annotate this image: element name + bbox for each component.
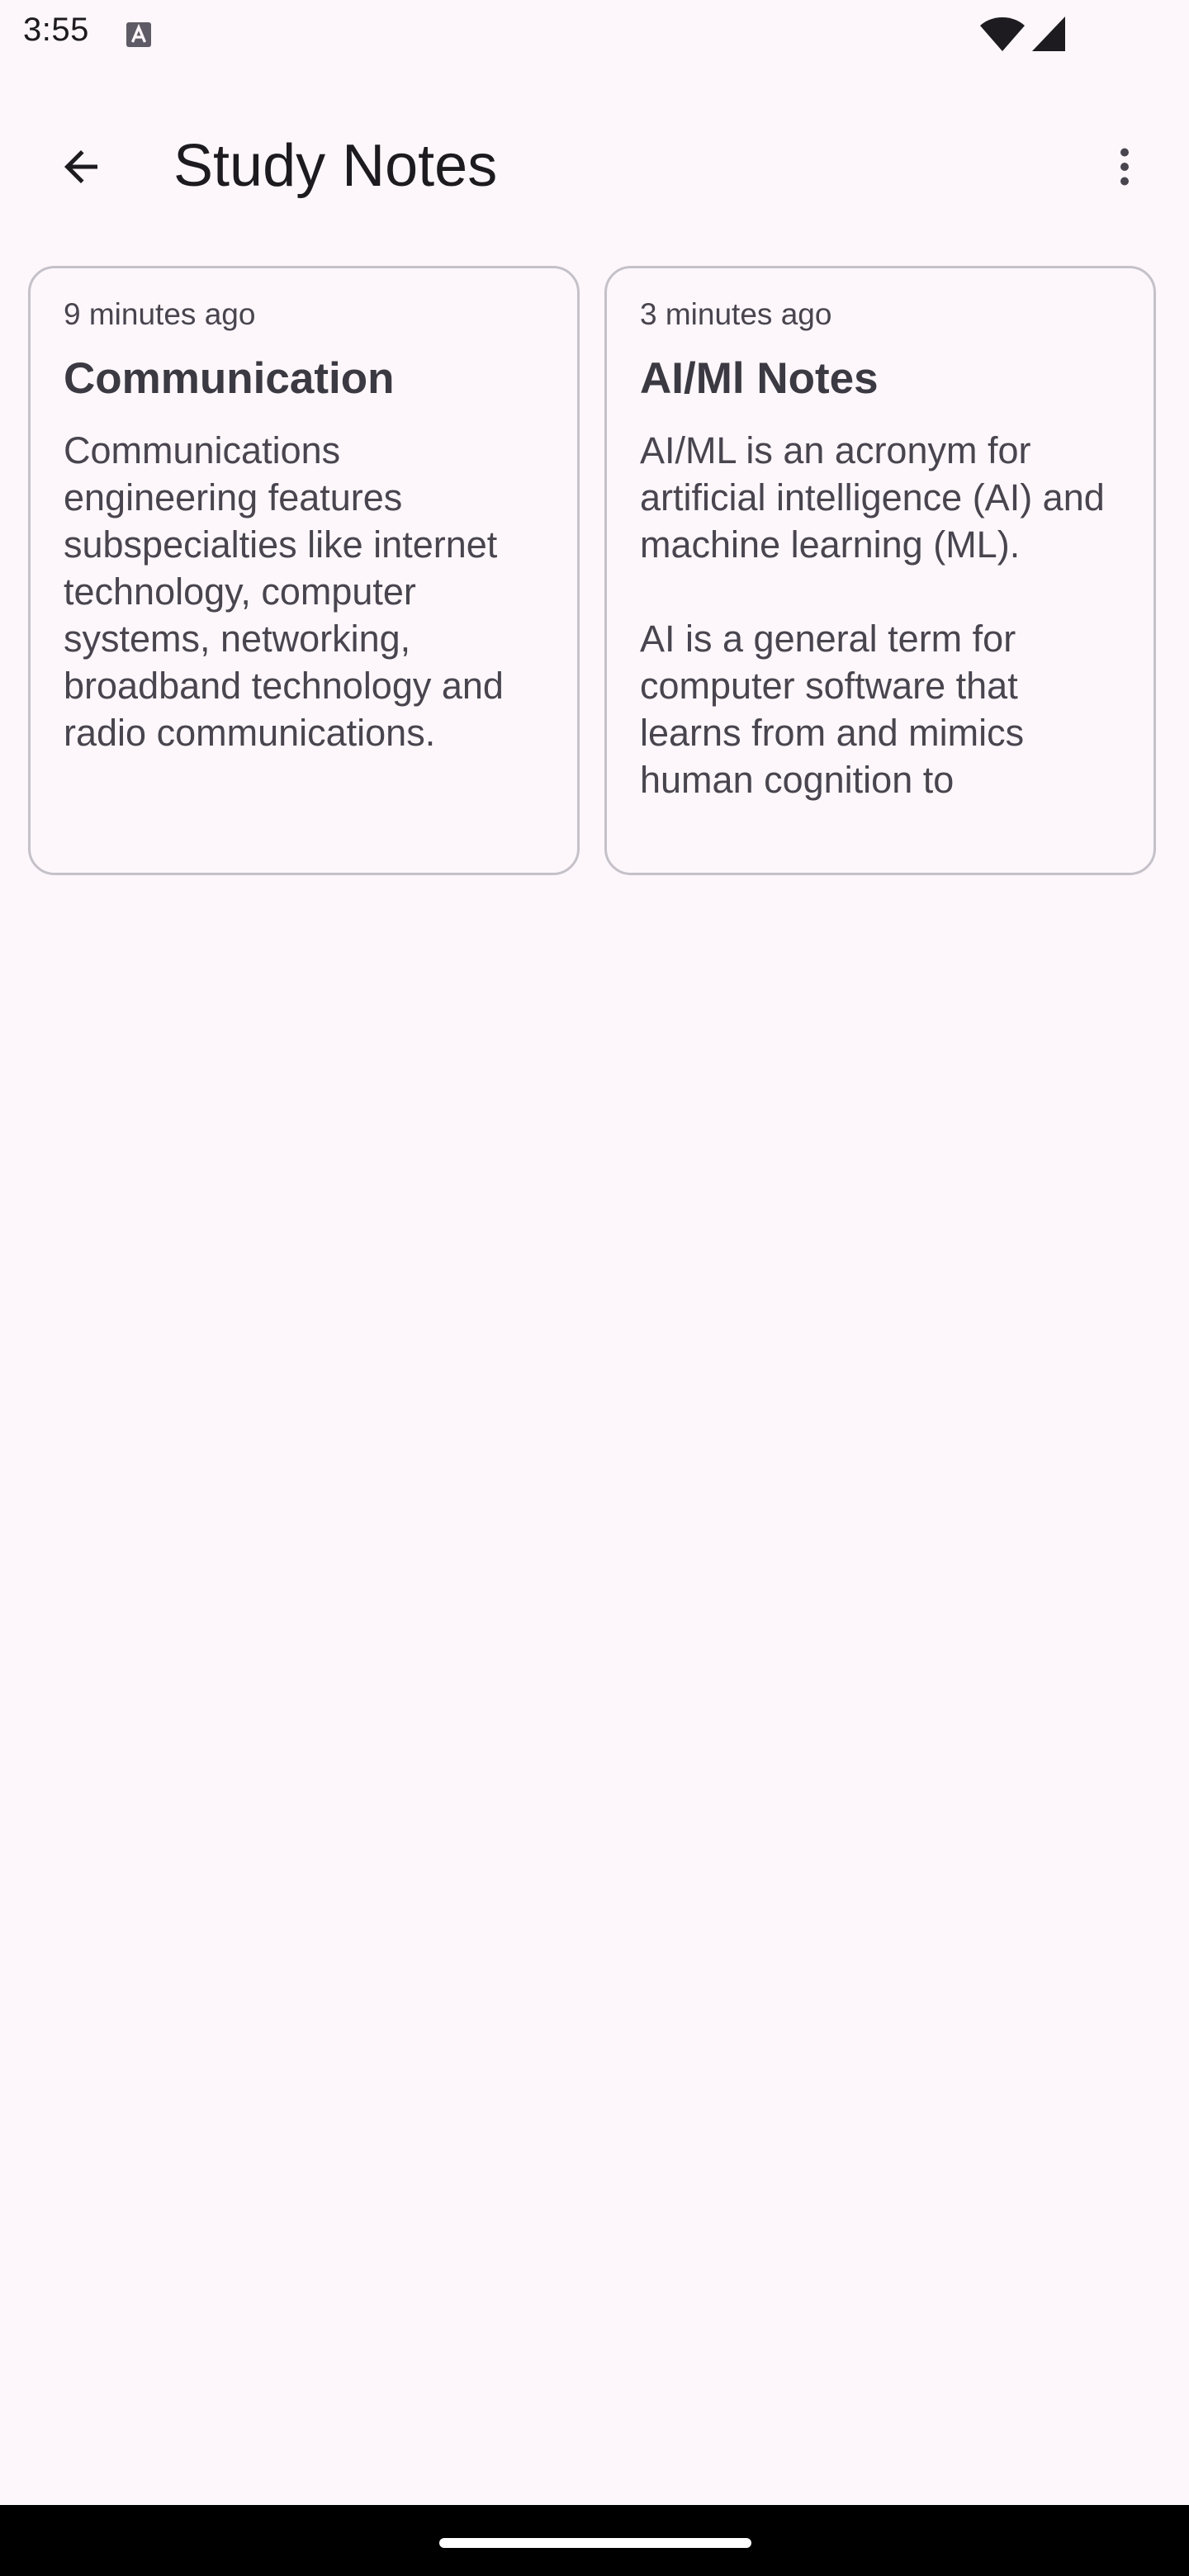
- note-card-ai-ml[interactable]: 3 minutes ago AI/Ml Notes AI/ML is an ac…: [604, 266, 1156, 875]
- status-bar: 3:55: [0, 0, 1189, 69]
- status-time: 3:55: [23, 12, 89, 48]
- cellular-signal-icon: [1032, 17, 1065, 51]
- note-timestamp: 3 minutes ago: [640, 297, 832, 331]
- note-body: Communications engineering features subs…: [64, 429, 514, 754]
- note-timestamp: 9 minutes ago: [64, 297, 256, 331]
- a-notification-icon: [126, 22, 151, 47]
- back-button[interactable]: [40, 125, 122, 208]
- top-app-bar: Study Notes: [0, 96, 1189, 228]
- screen: 3:55 Study Notes 9 minutes ago Communica…: [0, 0, 1189, 2576]
- note-title: Communication: [64, 354, 395, 404]
- wifi-icon: [980, 17, 1025, 51]
- note-title: AI/Ml Notes: [640, 354, 879, 404]
- note-card-communication[interactable]: 9 minutes ago Communication Communicatio…: [28, 266, 580, 875]
- page-title: Study Notes: [173, 133, 498, 199]
- note-body: AI/ML is an acronym for artificial intel…: [640, 429, 1105, 801]
- more-vert-icon: [1120, 148, 1129, 186]
- system-navigation-bar: [0, 2505, 1189, 2576]
- home-gesture-handle[interactable]: [439, 2538, 751, 2548]
- more-options-button[interactable]: [1083, 125, 1166, 208]
- arrow-back-icon: [64, 150, 97, 183]
- notes-grid: 9 minutes ago Communication Communicatio…: [28, 266, 1161, 875]
